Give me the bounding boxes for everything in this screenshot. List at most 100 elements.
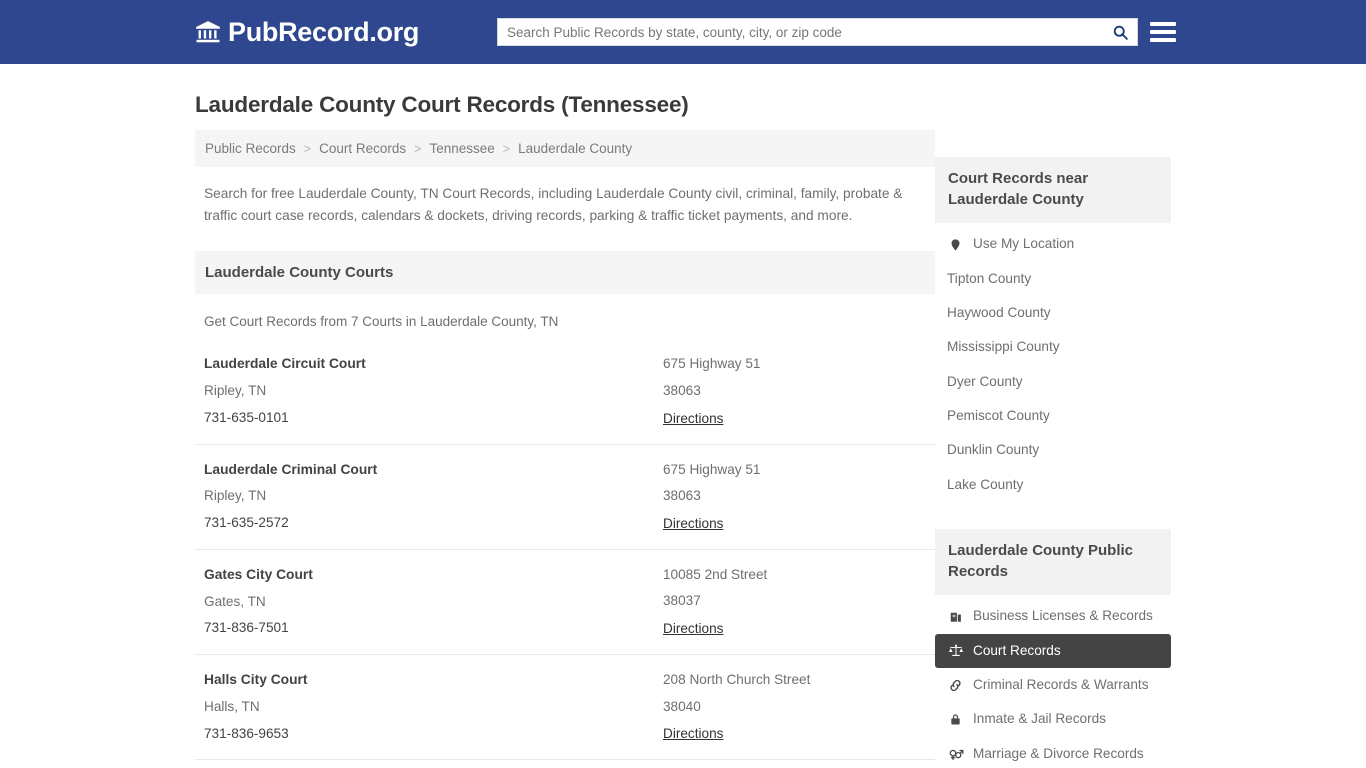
sidebar-item-marriage-divorce-records[interactable]: Marriage & Divorce Records xyxy=(935,737,1171,768)
venus-mars-icon xyxy=(947,746,964,762)
court-address: 675 Highway 51 xyxy=(663,461,761,477)
court-city: Halls, TN xyxy=(204,698,260,714)
sidebar-item-lake-county[interactable]: Lake County xyxy=(935,468,1171,502)
directions-link[interactable]: Directions xyxy=(663,621,723,636)
site-logo[interactable]: PubRecord.org xyxy=(195,16,420,47)
search-icon xyxy=(1112,24,1129,41)
directions-link[interactable]: Directions xyxy=(663,516,723,531)
briefcase-icon xyxy=(947,608,964,624)
sidebar-item-pemiscot-county[interactable]: Pemiscot County xyxy=(935,399,1171,433)
section-header-courts: Lauderdale County Courts xyxy=(195,251,935,295)
search-button[interactable] xyxy=(1103,19,1137,45)
content-layout: Public Records > Court Records > Tenness… xyxy=(195,130,1171,768)
breadcrumb-item-tennessee[interactable]: Tennessee xyxy=(429,141,494,156)
court-address: 675 Highway 51 xyxy=(663,356,761,372)
court-phone: 731-635-0101 xyxy=(204,409,289,425)
page-body: Lauderdale County Court Records (Tenness… xyxy=(0,91,1366,768)
table-row: Gates City Court Gates, TN 731-836-7501 … xyxy=(195,550,935,656)
scales-of-justice-icon xyxy=(947,643,964,659)
court-address: 10085 2nd Street xyxy=(663,566,768,582)
sidebar-item-label: Inmate & Jail Records xyxy=(973,711,1106,727)
panel-title-public-records: Lauderdale County Public Records xyxy=(935,528,1171,596)
sidebar-item-business-licenses[interactable]: Business Licenses & Records xyxy=(935,595,1171,633)
court-city: Ripley, TN xyxy=(204,383,267,399)
handcuffs-icon xyxy=(947,677,964,693)
court-info-left: Gates City Court Gates, TN 731-836-7501 xyxy=(195,567,663,638)
page-title: Lauderdale County Court Records (Tenness… xyxy=(195,92,689,117)
breadcrumb-separator: > xyxy=(414,141,422,156)
sidebar-item-mississippi-county[interactable]: Mississippi County xyxy=(935,330,1171,364)
page-intro-text: Search for free Lauderdale County, TN Co… xyxy=(204,186,903,223)
sidebar-item-label: Court Records xyxy=(973,642,1061,658)
search-input[interactable] xyxy=(498,19,1103,45)
sidebar-item-label: Marriage & Divorce Records xyxy=(973,745,1144,761)
site-logo-text: PubRecord.org xyxy=(228,16,420,47)
court-city: Ripley, TN xyxy=(204,488,267,504)
search-bar[interactable] xyxy=(497,18,1138,46)
lock-icon xyxy=(947,711,964,727)
court-info-left: Halls City Court Halls, TN 731-836-9653 xyxy=(195,672,663,743)
sidebar-item-tipton-county[interactable]: Tipton County xyxy=(935,262,1171,296)
sidebar-item-dunklin-county[interactable]: Dunklin County xyxy=(935,433,1171,467)
court-phone: 731-836-7501 xyxy=(204,620,289,636)
sidebar-item-criminal-records[interactable]: Criminal Records & Warrants xyxy=(935,668,1171,702)
sidebar-item-inmate-jail-records[interactable]: Inmate & Jail Records xyxy=(935,702,1171,736)
panel-court-records-nearby: Court Records near Lauderdale County Use… xyxy=(935,157,1171,502)
sidebar-item-label: Business Licenses & Records xyxy=(973,608,1153,624)
main-column: Public Records > Court Records > Tenness… xyxy=(195,130,935,768)
sidebar-item-court-records[interactable]: Court Records xyxy=(935,633,1171,668)
table-row: Lauderdale Circuit Court Ripley, TN 731-… xyxy=(195,339,935,445)
court-info-right: 675 Highway 51 38063 Directions xyxy=(663,462,935,533)
breadcrumb-separator: > xyxy=(303,141,312,156)
sidebar: Court Records near Lauderdale County Use… xyxy=(935,130,1171,768)
directions-link[interactable]: Directions xyxy=(663,411,723,426)
sidebar-item-label: Tipton County xyxy=(947,270,1032,286)
hamburger-bar xyxy=(1150,38,1176,42)
map-pin-icon xyxy=(947,237,964,253)
site-header: PubRecord.org xyxy=(0,0,1366,64)
panel-title-nearby: Court Records near Lauderdale County xyxy=(935,157,1171,224)
sidebar-item-label: Use My Location xyxy=(973,236,1075,252)
sidebar-item-dyer-county[interactable]: Dyer County xyxy=(935,365,1171,399)
sidebar-item-use-my-location[interactable]: Use My Location xyxy=(935,223,1171,261)
breadcrumb-item-court-records[interactable]: Court Records xyxy=(319,141,406,156)
sidebar-item-label: Dunklin County xyxy=(947,442,1040,458)
court-address: 208 North Church Street xyxy=(663,672,811,688)
court-info-left: Lauderdale Criminal Court Ripley, TN 731… xyxy=(195,462,663,533)
sidebar-item-label: Criminal Records & Warrants xyxy=(973,676,1149,692)
sidebar-item-label: Dyer County xyxy=(947,373,1023,389)
court-info-left: Lauderdale Circuit Court Ripley, TN 731-… xyxy=(195,356,663,427)
court-info-right: 675 Highway 51 38063 Directions xyxy=(663,356,935,427)
breadcrumb: Public Records > Court Records > Tenness… xyxy=(195,130,935,167)
table-row: Halls City Court Halls, TN 731-836-9653 … xyxy=(195,655,935,761)
section-subtitle-courts: Get Court Records from 7 Courts in Laude… xyxy=(204,314,559,330)
court-city: Gates, TN xyxy=(204,593,266,609)
court-name: Lauderdale Criminal Court xyxy=(204,461,378,477)
court-phone: 731-836-9653 xyxy=(204,725,289,741)
public-records-list: Business Licenses & Records Court Record… xyxy=(935,595,1171,768)
court-zip: 38037 xyxy=(663,593,701,609)
court-phone: 731-635-2572 xyxy=(204,515,289,531)
court-zip: 38040 xyxy=(663,698,701,714)
hamburger-bar xyxy=(1150,22,1176,26)
bank-building-icon xyxy=(195,19,221,45)
sidebar-item-label: Haywood County xyxy=(947,305,1051,320)
panel-public-records: Lauderdale County Public Records Busines… xyxy=(935,528,1171,768)
sidebar-item-label: Pemiscot County xyxy=(947,407,1050,423)
breadcrumb-item-public-records[interactable]: Public Records xyxy=(205,141,296,156)
court-zip: 38063 xyxy=(663,382,701,398)
hamburger-menu-icon[interactable] xyxy=(1150,19,1176,45)
breadcrumb-separator: > xyxy=(502,141,511,156)
court-info-right: 10085 2nd Street 38037 Directions xyxy=(663,567,935,638)
court-name: Halls City Court xyxy=(204,672,308,688)
sidebar-item-label: Lake County xyxy=(947,476,1024,492)
court-name: Gates City Court xyxy=(204,566,313,582)
hamburger-bar xyxy=(1150,30,1176,34)
court-info-right: 208 North Church Street 38040 Directions xyxy=(663,672,935,743)
sidebar-item-haywood-county[interactable]: Haywood County xyxy=(935,296,1171,330)
directions-link[interactable]: Directions xyxy=(663,726,723,741)
sidebar-item-label: Mississippi County xyxy=(947,339,1060,355)
court-name: Lauderdale Circuit Court xyxy=(204,356,366,372)
breadcrumb-item-lauderdale-county[interactable]: Lauderdale County xyxy=(518,141,632,156)
table-row: Lauderdale Criminal Court Ripley, TN 731… xyxy=(195,445,935,550)
